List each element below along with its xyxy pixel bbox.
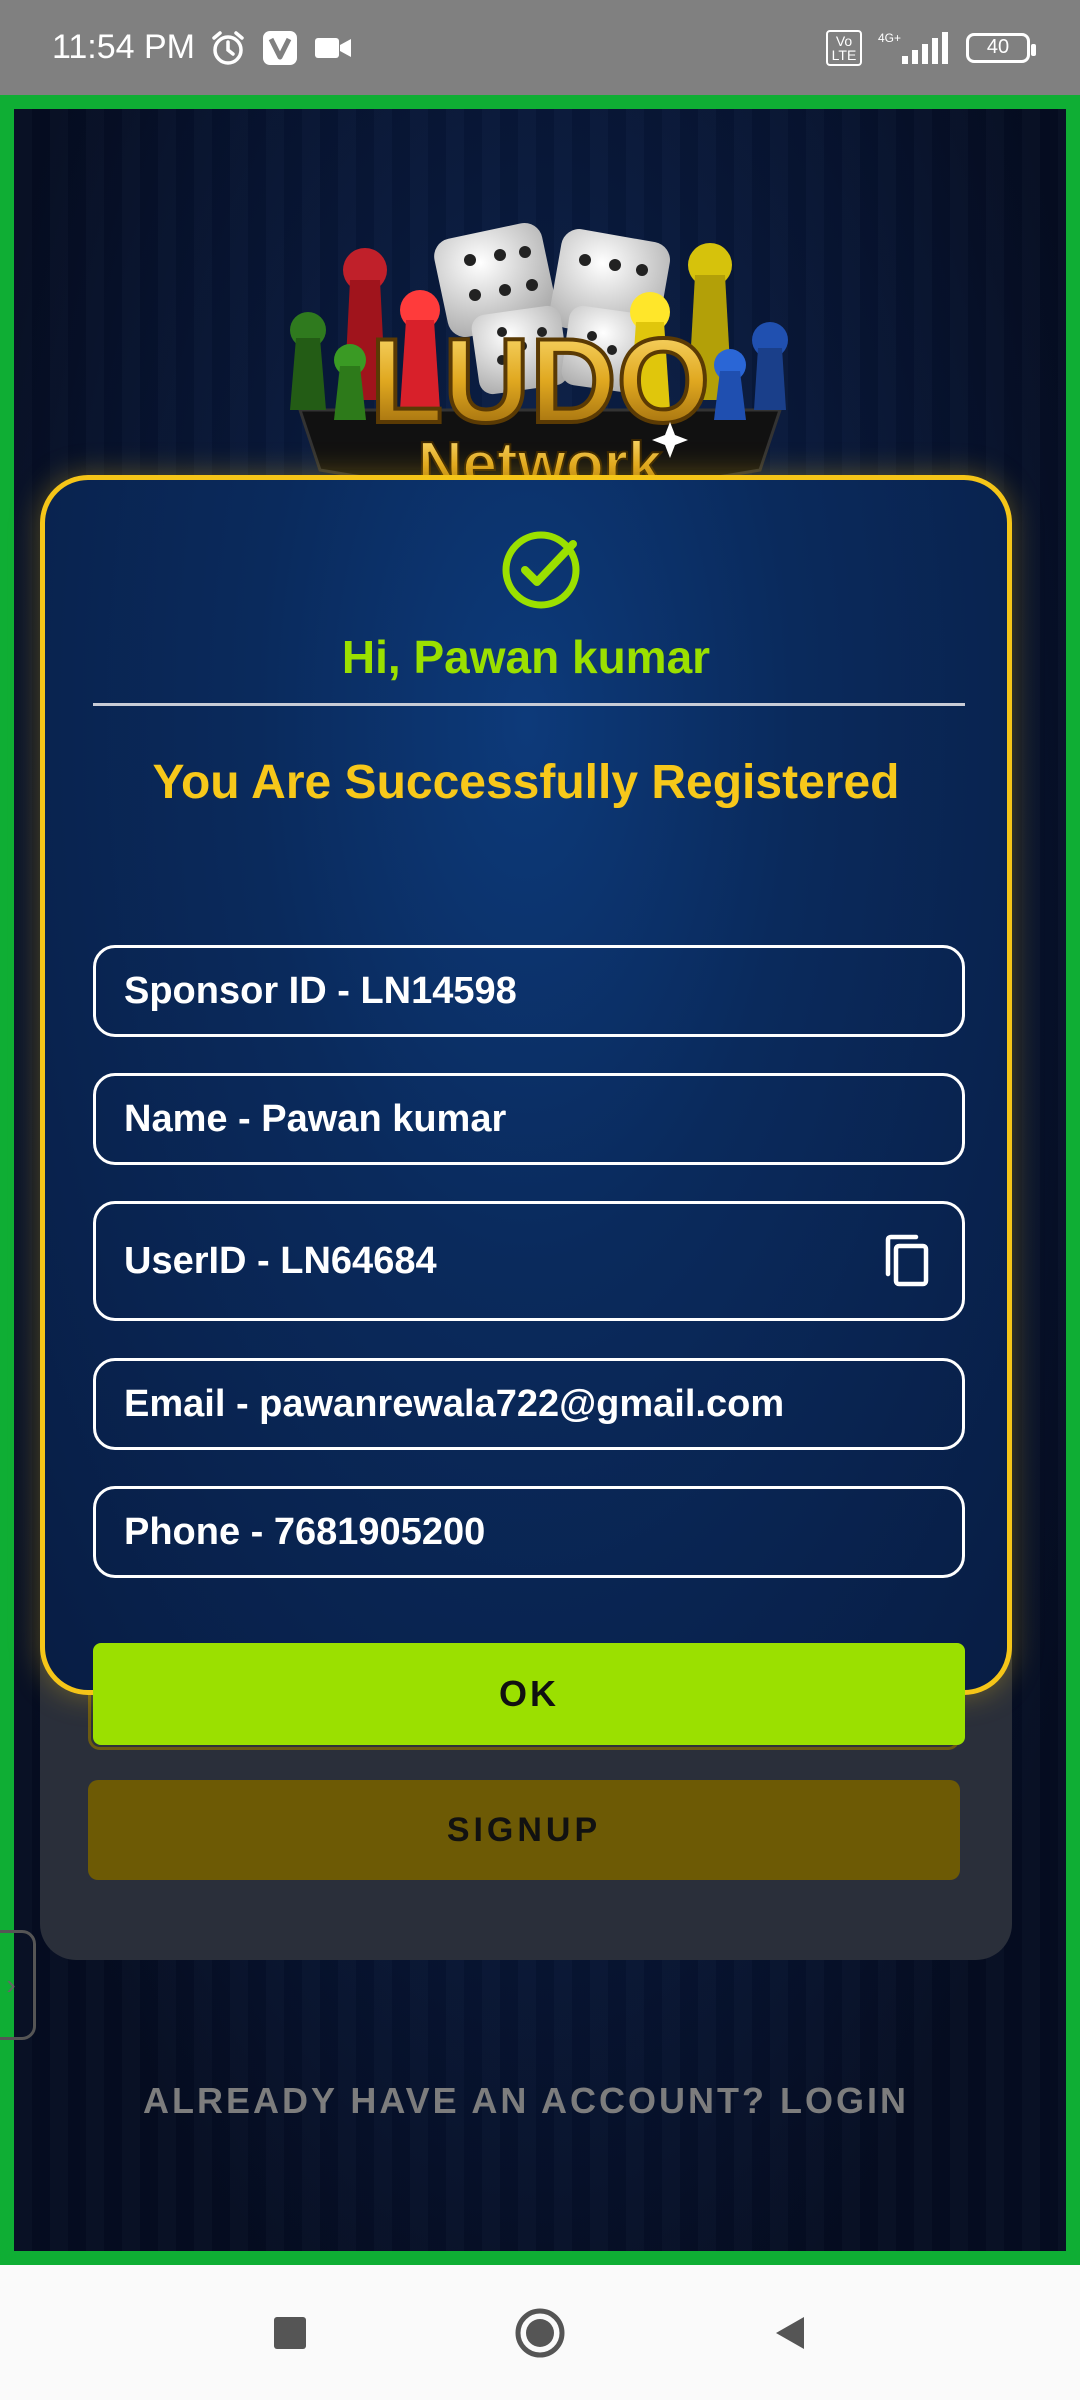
user-id-value: UserID - LN64684 (124, 1239, 437, 1282)
network-type-label: 4G+ (878, 31, 901, 45)
v-app-icon (261, 29, 299, 67)
triangle-back-icon (776, 2316, 804, 2349)
battery-level: 40 (986, 36, 1010, 58)
sponsor-id-value: Sponsor ID - LN14598 (124, 969, 517, 1012)
square-icon (274, 2316, 306, 2349)
logo-word-ludo: LUDO (370, 314, 710, 448)
signup-button[interactable]: SIGNUP (88, 1780, 960, 1880)
name-value: Name - Pawan kumar (124, 1097, 507, 1140)
back-button[interactable] (760, 2303, 820, 2363)
alarm-icon (209, 29, 247, 67)
home-button[interactable] (510, 2303, 570, 2363)
phone-value: Phone - 7681905200 (124, 1510, 486, 1553)
chevron-right-icon: › (6, 1969, 16, 2000)
signal-icon: 4G+ (876, 30, 952, 66)
status-left: 11:54 PM (52, 28, 353, 67)
sponsor-id-field: Sponsor ID - LN14598 (93, 945, 965, 1037)
video-camera-icon (313, 33, 353, 63)
email-field: Email - pawanrewala722@gmail.com (93, 1358, 965, 1450)
status-bar: 11:54 PM Vo LTE 4G+ 40 (0, 0, 1080, 95)
copy-icon[interactable] (880, 1234, 934, 1288)
recent-apps-button[interactable] (260, 2303, 320, 2363)
status-time: 11:54 PM (52, 28, 196, 66)
circle-icon (515, 2308, 565, 2357)
battery-icon: 40 (966, 32, 1036, 63)
system-nav-bar (0, 2265, 1080, 2400)
success-message: You Are Successfully Registered (152, 756, 900, 809)
login-link[interactable]: ALREADY HAVE AN ACCOUNT? LOGIN (0, 2080, 1052, 2122)
side-drawer-handle[interactable]: › (0, 1930, 36, 2040)
greeting-text: Hi, Pawan kumar (341, 631, 711, 683)
volte-badge: Vo LTE (826, 29, 862, 66)
registration-success-dialog: Hi, Pawan kumar You Are Successfully Reg… (40, 475, 1012, 1745)
ok-button[interactable]: OK (93, 1643, 965, 1745)
status-right: Vo LTE 4G+ 40 (826, 29, 1036, 66)
divider (93, 703, 965, 706)
check-circle-icon (502, 531, 580, 609)
ludo-network-logo: LUDO Network (290, 223, 788, 500)
name-field: Name - Pawan kumar (93, 1073, 965, 1165)
phone-field: Phone - 7681905200 (93, 1486, 965, 1578)
email-value: Email - pawanrewala722@gmail.com (124, 1382, 785, 1425)
user-id-field: UserID - LN64684 (93, 1201, 965, 1321)
